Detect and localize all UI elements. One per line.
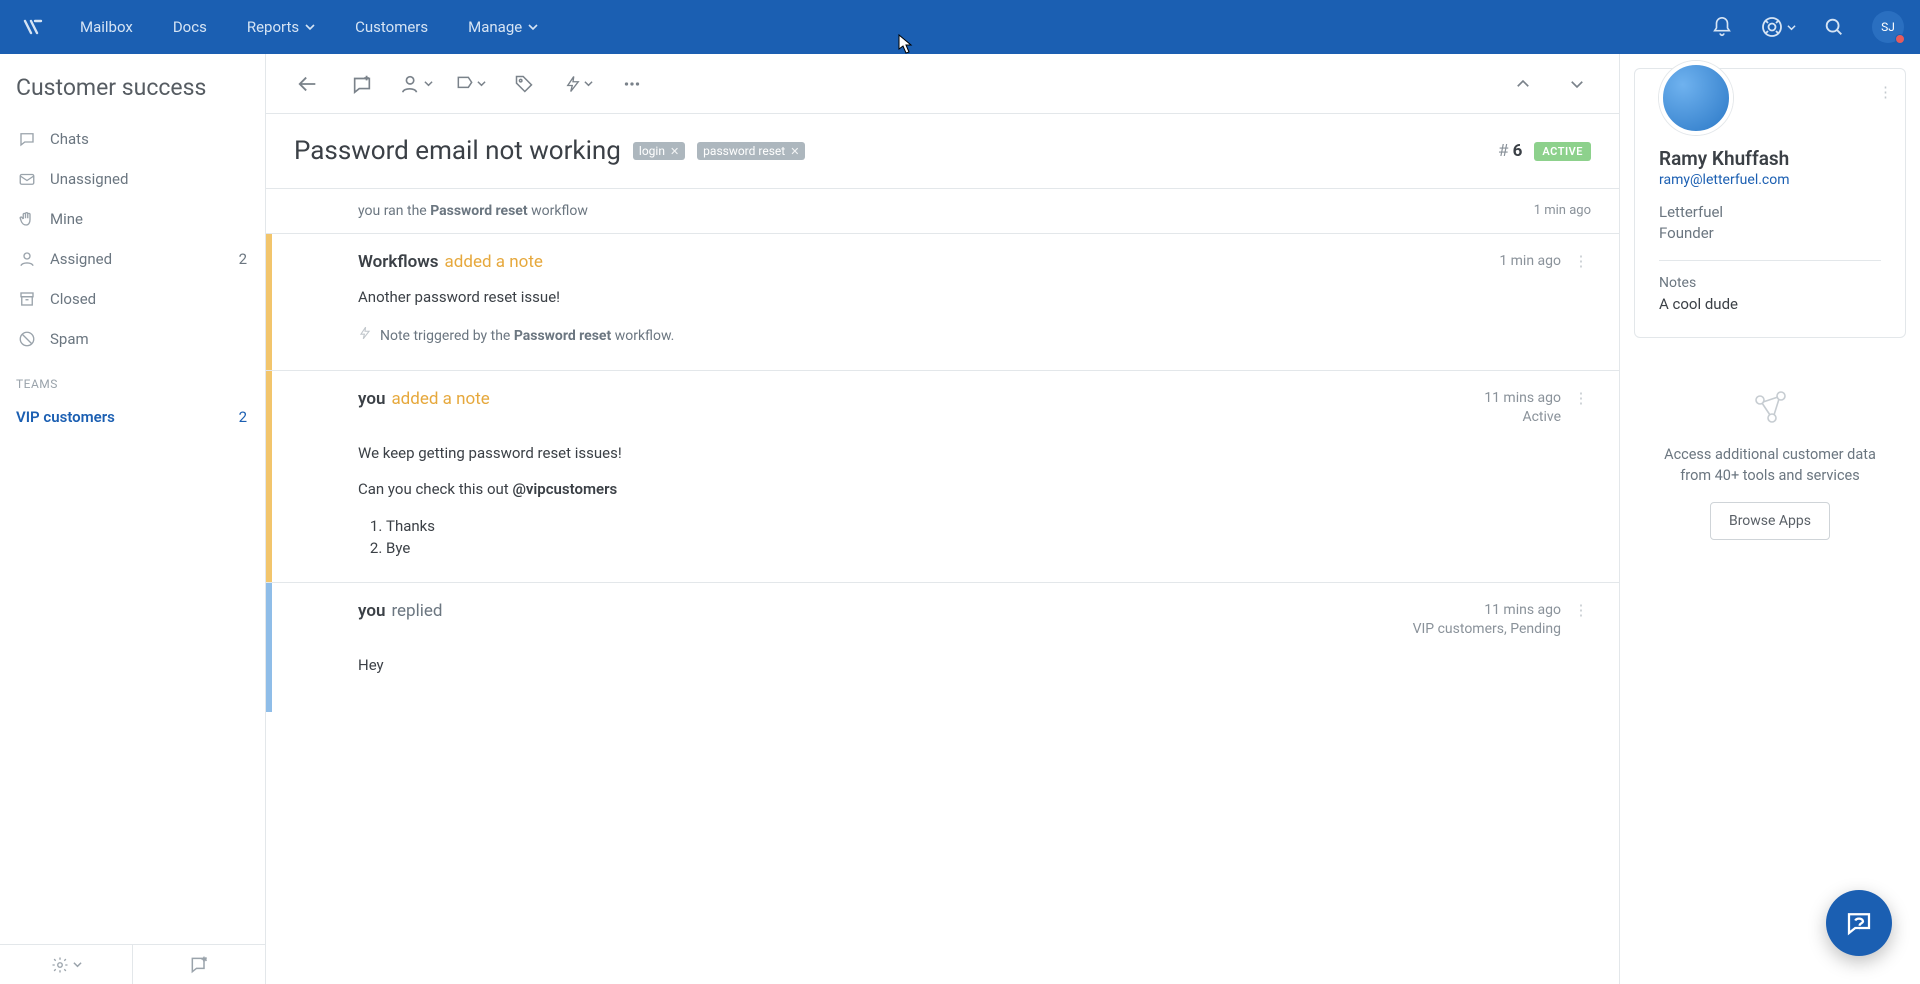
back-button[interactable] [286, 65, 330, 103]
status-badge: ACTIVE [1534, 142, 1591, 161]
integrations-icon [1748, 386, 1792, 430]
hand-icon [16, 208, 38, 230]
event-time: 1 min ago [1534, 203, 1591, 219]
avatar-initials: SJ [1881, 20, 1895, 34]
prev-conversation-button[interactable] [1501, 65, 1545, 103]
subject-bar: Password email not working login✕ passwo… [266, 114, 1619, 189]
nav-customers[interactable]: Customers [335, 0, 448, 54]
event-author: you [358, 389, 385, 409]
event-status: VIP customers, Pending [1413, 620, 1561, 640]
app-logo[interactable] [16, 10, 50, 44]
mailbox-title: Customer success [16, 74, 265, 101]
event-menu-button[interactable]: ⋮ [1571, 389, 1591, 407]
folder-spam[interactable]: Spam [0, 319, 265, 359]
help-icon[interactable] [1760, 9, 1796, 45]
assigned-count: 2 [239, 250, 247, 268]
more-button[interactable] [610, 65, 654, 103]
customer-notes: A cool dude [1659, 295, 1881, 313]
event-verb: added a note [445, 252, 543, 272]
event-author: you [358, 601, 385, 621]
top-nav: Mailbox Docs Reports Customers Manage SJ [0, 0, 1920, 54]
sidebar-footer [0, 944, 265, 984]
status-button[interactable] [448, 65, 492, 103]
system-event: you ran the Password reset workflow 1 mi… [266, 189, 1619, 234]
customer-title: Founder [1659, 223, 1881, 244]
sidebar: Customer success Chats Unassigned Mine A… [0, 54, 266, 984]
event-time: 11 mins ago [1413, 601, 1561, 621]
user-avatar[interactable]: SJ [1872, 11, 1904, 43]
team-vip-customers[interactable]: VIP customers 2 [0, 397, 265, 437]
event-time: 1 min ago [1499, 252, 1561, 272]
archive-icon [16, 288, 38, 310]
search-icon[interactable] [1816, 9, 1852, 45]
event-list: you ran the Password reset workflow 1 mi… [266, 189, 1619, 984]
event-status: Active [1484, 408, 1561, 428]
mention[interactable]: @vipcustomers [512, 480, 617, 498]
folder-chats[interactable]: Chats [0, 119, 265, 159]
teams-label: TEAMS [16, 377, 265, 391]
event-menu-button[interactable]: ⋮ [1571, 252, 1591, 270]
conversation-number: # 6 [1498, 141, 1522, 161]
beacon-button[interactable] [1826, 890, 1892, 956]
customer-menu-button[interactable]: ⋮ [1878, 83, 1893, 101]
note-body: Another password reset issue! [358, 286, 1591, 309]
reply-event: you replied 11 mins ago VIP customers, P… [266, 583, 1619, 713]
new-conversation-button[interactable] [132, 945, 265, 984]
right-panel: ⋮ Ramy Khuffash ramy@letterfuel.com Lett… [1620, 54, 1920, 984]
team-count: 2 [239, 408, 247, 426]
note-body: We keep getting password reset issues! C… [358, 442, 1591, 560]
apps-promo: Access additional customer data from 40+… [1620, 386, 1920, 540]
tag-button[interactable] [502, 65, 546, 103]
nav-docs[interactable]: Docs [153, 0, 227, 54]
event-author: Workflows [358, 252, 439, 272]
event-verb: replied [391, 601, 442, 621]
next-conversation-button[interactable] [1555, 65, 1599, 103]
notes-label: Notes [1659, 275, 1881, 291]
event-verb: added a note [391, 389, 489, 409]
settings-button[interactable] [0, 945, 132, 984]
customer-email[interactable]: ramy@letterfuel.com [1659, 172, 1881, 188]
folder-mine[interactable]: Mine [0, 199, 265, 239]
nav-reports[interactable]: Reports [227, 0, 335, 54]
tag-password-reset[interactable]: password reset✕ [697, 142, 805, 160]
note-event: Workflows added a note 1 min ago ⋮ Anoth… [266, 234, 1619, 371]
nav-links: Mailbox Docs Reports Customers Manage [60, 0, 558, 54]
bolt-icon [358, 325, 372, 348]
customer-company: Letterfuel [1659, 202, 1881, 223]
chat-icon [16, 128, 38, 150]
folder-assigned[interactable]: Assigned 2 [0, 239, 265, 279]
envelope-icon [16, 168, 38, 190]
tag-login[interactable]: login✕ [633, 142, 685, 160]
remove-tag-icon[interactable]: ✕ [790, 145, 799, 158]
conversation-subject: Password email not working [294, 136, 621, 166]
conversation-pane: Password email not working login✕ passwo… [266, 54, 1620, 984]
folder-closed[interactable]: Closed [0, 279, 265, 319]
customer-name: Ramy Khuffash [1659, 147, 1881, 170]
spam-icon [16, 328, 38, 350]
browse-apps-button[interactable]: Browse Apps [1710, 502, 1830, 540]
reply-body: Hey [358, 654, 1591, 677]
conversation-toolbar [266, 54, 1619, 114]
event-time: 11 mins ago [1484, 389, 1561, 409]
nav-manage[interactable]: Manage [448, 0, 558, 54]
customer-card: ⋮ Ramy Khuffash ramy@letterfuel.com Lett… [1634, 68, 1906, 338]
nav-mailbox[interactable]: Mailbox [60, 0, 153, 54]
user-icon [16, 248, 38, 270]
folder-list: Chats Unassigned Mine Assigned 2 Closed [0, 119, 265, 359]
remove-tag-icon[interactable]: ✕ [670, 145, 679, 158]
workflow-button[interactable] [556, 65, 600, 103]
status-dot [1895, 34, 1905, 44]
note-event: you added a note 11 mins ago Active ⋮ We… [266, 371, 1619, 583]
reply-button[interactable] [340, 65, 384, 103]
notifications-icon[interactable] [1704, 9, 1740, 45]
event-menu-button[interactable]: ⋮ [1571, 601, 1591, 619]
customer-avatar[interactable] [1659, 61, 1733, 135]
trigger-note: Note triggered by the Password reset wor… [358, 325, 1591, 348]
assign-button[interactable] [394, 65, 438, 103]
folder-unassigned[interactable]: Unassigned [0, 159, 265, 199]
